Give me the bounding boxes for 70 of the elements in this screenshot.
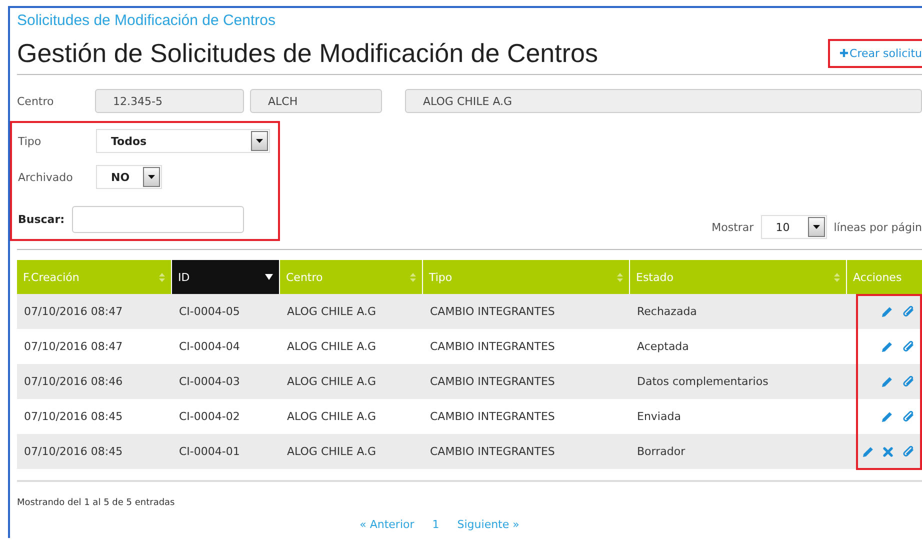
next-link[interactable]: Siguiente » — [457, 518, 520, 531]
column-header[interactable]: ID — [172, 260, 280, 294]
readonly-field: 12.345-5 — [95, 89, 244, 113]
table-cell-text: ALOG CHILE A.G — [286, 445, 378, 458]
table-cell-text: 07/10/2016 08:47 — [23, 305, 124, 318]
table-cell-text: CI-0004-01 — [178, 445, 241, 458]
table-cell-text: CAMBIO INTEGRANTES — [429, 410, 556, 423]
table-cell-text: Borrador — [636, 445, 686, 458]
table-cell-text: Enviada — [636, 410, 682, 423]
table-cell-text: 07/10/2016 08:46 — [23, 375, 124, 388]
pencil-icon[interactable] — [862, 446, 874, 458]
lines-per-page-label: líneas por págin — [834, 220, 922, 234]
table-cell-text: 07/10/2016 08:45 — [23, 410, 124, 423]
table-cell-text: ALOG CHILE A.G — [286, 305, 378, 318]
breadcrumb[interactable]: Solicitudes de Modificación de Centros — [17, 12, 922, 32]
centro-label: Centro — [17, 94, 55, 108]
page-link[interactable]: 1 — [432, 518, 440, 531]
pencil-icon[interactable] — [881, 340, 893, 352]
paperclip-icon[interactable] — [902, 446, 915, 458]
paperclip-icon[interactable] — [902, 410, 915, 422]
search-label: Buscar: — [18, 212, 66, 226]
table-cell-text: Rechazada — [636, 305, 698, 318]
column-header[interactable]: Acciones — [847, 260, 922, 294]
paperclip-icon[interactable] — [902, 376, 915, 388]
column-header[interactable]: Centro — [280, 260, 423, 294]
sort-descending-icon — [265, 274, 273, 280]
column-header[interactable]: Estado — [630, 260, 847, 294]
table-cell-text: CI-0004-05 — [178, 305, 241, 318]
tipo-label: Tipo — [18, 134, 42, 148]
table-cell-text: CI-0004-03 — [178, 375, 241, 388]
table-cell-text: Aceptada — [636, 340, 690, 353]
pencil-icon[interactable] — [881, 410, 893, 422]
create-request-button[interactable]: ✚Crear solicitu — [828, 38, 922, 68]
delete-icon[interactable] — [883, 446, 893, 456]
dropdown-icon — [808, 217, 825, 237]
table-cell-text: CAMBIO INTEGRANTES — [429, 375, 556, 388]
table-cell-text: CAMBIO INTEGRANTES — [429, 305, 556, 318]
show-label: Mostrar — [712, 220, 754, 234]
sort-icon — [617, 272, 623, 282]
dropdown-icon — [251, 131, 268, 151]
table-cell-text: ALOG CHILE A.G — [286, 410, 378, 423]
page-title: Gestión de Solicitudes de Modificación de Centros — [17, 38, 598, 68]
tipo-select[interactable]: Todos — [96, 129, 270, 153]
archivado-select[interactable]: NO — [96, 165, 162, 189]
table-cell-text: 07/10/2016 08:45 — [23, 445, 124, 458]
column-header[interactable]: Tipo — [423, 260, 630, 294]
pencil-icon[interactable] — [881, 376, 893, 388]
table-cell-text: CI-0004-04 — [178, 340, 241, 353]
entries-info: Mostrando del 1 al 5 de 5 entradas — [17, 498, 176, 508]
table-cell-text: Datos complementarios — [636, 375, 770, 388]
pencil-icon[interactable] — [881, 306, 893, 318]
sort-icon — [834, 272, 840, 282]
archivado-label: Archivado — [18, 170, 74, 184]
paperclip-icon[interactable] — [902, 306, 915, 318]
table-cell-text: CAMBIO INTEGRANTES — [429, 445, 556, 458]
dropdown-icon — [143, 167, 160, 187]
column-header[interactable]: F.Creación — [17, 260, 172, 294]
table-cell-text: ALOG CHILE A.G — [286, 340, 378, 353]
sort-icon — [159, 272, 165, 282]
table-cell-text: CI-0004-02 — [178, 410, 241, 423]
table-cell-text: CAMBIO INTEGRANTES — [429, 340, 556, 353]
sort-icon — [410, 272, 416, 282]
table-cell-text: ALOG CHILE A.G — [286, 375, 378, 388]
paperclip-icon[interactable] — [902, 340, 915, 352]
readonly-field: ALCH — [250, 89, 382, 113]
table-cell-text: 07/10/2016 08:47 — [23, 340, 124, 353]
previous-link[interactable]: « Anterior — [360, 518, 414, 531]
search-field[interactable] — [72, 206, 244, 232]
readonly-field: ALOG CHILE A.G — [405, 89, 922, 113]
page-length-select[interactable]: 10 — [760, 215, 827, 239]
